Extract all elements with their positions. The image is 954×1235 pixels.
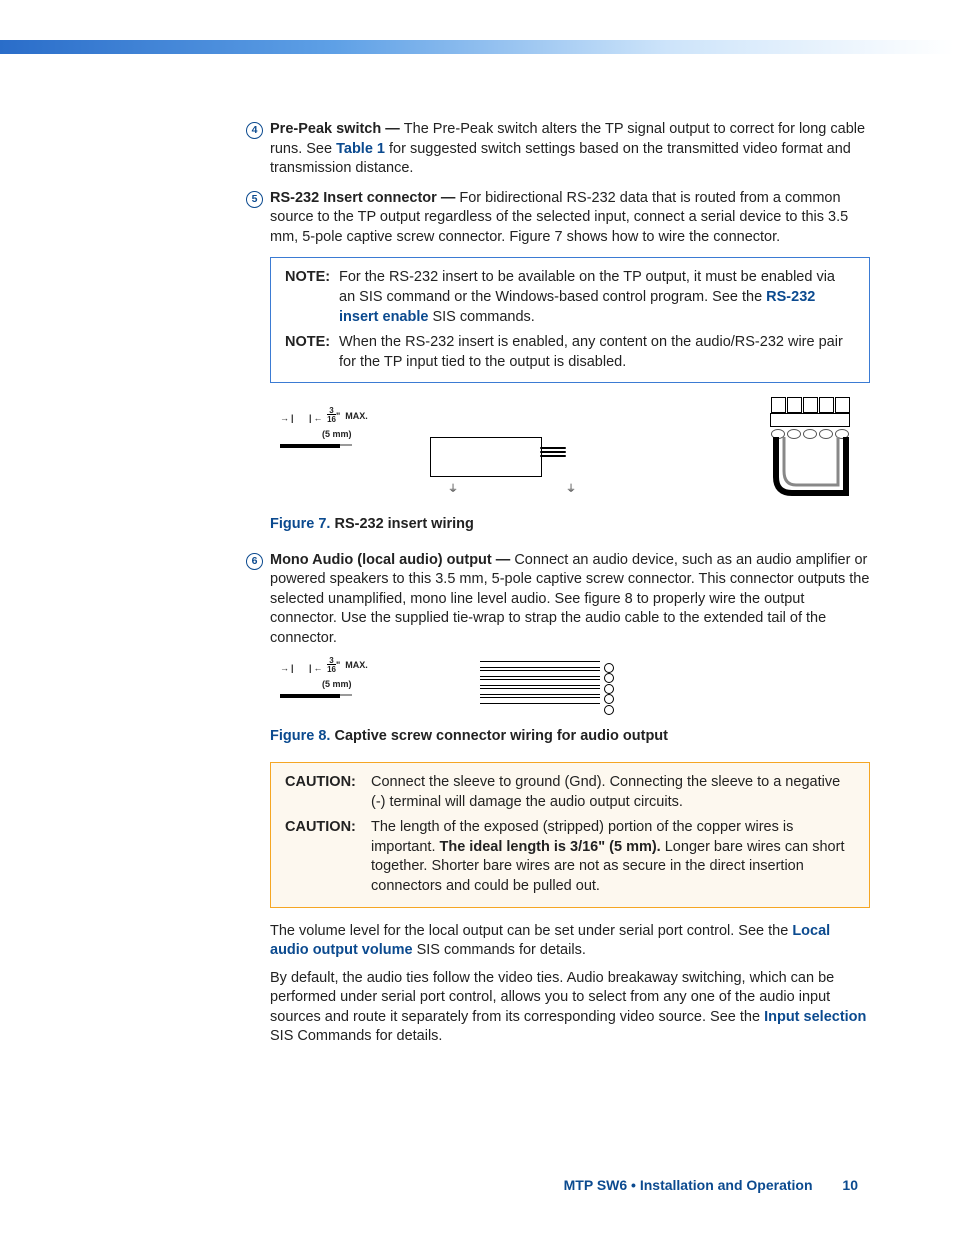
item4-text: Pre-Peak switch — The Pre-Peak switch al…	[270, 120, 870, 179]
item5-head: RS-232 Insert connector —	[270, 190, 459, 206]
table1-link[interactable]: Table 1	[336, 141, 385, 157]
caution-tag: CAUTION:	[285, 818, 356, 838]
input-selection-link[interactable]: Input selection	[764, 1009, 866, 1025]
footer-text: MTP SW6 • Installation and Operation	[564, 1177, 813, 1193]
note1-b: SIS commands.	[428, 309, 534, 325]
gauge-den: 16	[327, 415, 336, 424]
caution-box: CAUTION: Connect the sleeve to ground (G…	[270, 762, 870, 907]
main-content: 4 Pre-Peak switch — The Pre-Peak switch …	[270, 120, 870, 1047]
page-footer: MTP SW6 • Installation and Operation 10	[564, 1176, 858, 1195]
note-box: NOTE: For the RS-232 insert to be availa…	[270, 257, 870, 383]
ground-symbol-icon: ⏚	[566, 483, 576, 497]
gauge-num: 3	[327, 407, 336, 415]
gauge-den: 16	[327, 665, 336, 674]
para-breakaway: By default, the audio ties follow the vi…	[270, 969, 870, 1047]
note1-a: For the RS-232 insert to be available on…	[339, 269, 835, 305]
figure-7-title: RS-232 insert wiring	[330, 516, 473, 532]
connector-body-icon	[430, 437, 542, 477]
page: 4 Pre-Peak switch — The Pre-Peak switch …	[0, 0, 954, 1235]
caution-1: CAUTION: Connect the sleeve to ground (G…	[285, 773, 855, 812]
gauge-mm: (5 mm)	[322, 678, 368, 690]
gauge-mm: (5 mm)	[322, 428, 368, 440]
list-item-4: 4 Pre-Peak switch — The Pre-Peak switch …	[270, 120, 870, 179]
caution1-body: Connect the sleeve to ground (Gnd). Conn…	[371, 774, 840, 810]
header-gradient-bar	[0, 40, 954, 54]
item5-text: RS-232 Insert connector — For bidirectio…	[270, 189, 870, 248]
audio-connector-icon	[480, 661, 600, 711]
note-tag: NOTE:	[285, 268, 330, 288]
para1-a: The volume level for the local output ca…	[270, 923, 792, 939]
note2-body: When the RS-232 insert is enabled, any c…	[339, 334, 843, 370]
note-tag: NOTE:	[285, 333, 330, 353]
strip-gauge-label: →| |← 316" MAX. (5 mm)	[280, 659, 368, 698]
page-number: 10	[842, 1177, 858, 1193]
para2-a: By default, the audio ties follow the vi…	[270, 970, 834, 1025]
figure-8-caption: Figure 8. Captive screw connector wiring…	[270, 727, 870, 747]
caution-2: CAUTION: The length of the exposed (stri…	[285, 818, 855, 896]
para2-b: SIS Commands for details.	[270, 1028, 442, 1044]
figure-8-graphic: →| |← 316" MAX. (5 mm)	[270, 659, 870, 719]
figure-7-graphic: →| |← 316" MAX. (5 mm) ⏚ ⏚	[270, 397, 870, 507]
list-item-5: 5 RS-232 Insert connector — For bidirect…	[270, 189, 870, 248]
gauge-num: 3	[327, 657, 336, 665]
gauge-inch: "	[336, 411, 340, 421]
wire-pair-icon	[540, 447, 566, 461]
callout-number-6: 6	[246, 553, 263, 570]
callout-number-5: 5	[246, 191, 263, 208]
list-item-6: 6 Mono Audio (local audio) output — Conn…	[270, 551, 870, 649]
item4-head: Pre-Peak switch —	[270, 121, 404, 137]
gauge-max: MAX.	[345, 411, 368, 421]
figure-8-ref: Figure 8.	[270, 728, 330, 744]
ground-symbol-icon: ⏚	[448, 483, 458, 497]
callout-number-4: 4	[246, 122, 263, 139]
strip-gauge-label: →| |← 316" MAX. (5 mm)	[280, 409, 368, 448]
note-2: NOTE: When the RS-232 insert is enabled,…	[285, 333, 855, 372]
item6-head: Mono Audio (local audio) output —	[270, 552, 514, 568]
caution-tag: CAUTION:	[285, 773, 356, 793]
para1-b: SIS commands for details.	[413, 942, 586, 958]
tp-connector-icon	[770, 397, 850, 497]
figure-7-ref: Figure 7.	[270, 516, 330, 532]
figure-8-title: Captive screw connector wiring for audio…	[330, 728, 668, 744]
figure-7-caption: Figure 7. RS-232 insert wiring	[270, 515, 870, 535]
caution2-bold: The ideal length is 3/16" (5 mm).	[440, 839, 661, 855]
para-volume: The volume level for the local output ca…	[270, 922, 870, 961]
gauge-max: MAX.	[345, 660, 368, 670]
note-1: NOTE: For the RS-232 insert to be availa…	[285, 268, 855, 327]
gauge-inch: "	[336, 660, 340, 670]
item6-text: Mono Audio (local audio) output — Connec…	[270, 551, 870, 649]
